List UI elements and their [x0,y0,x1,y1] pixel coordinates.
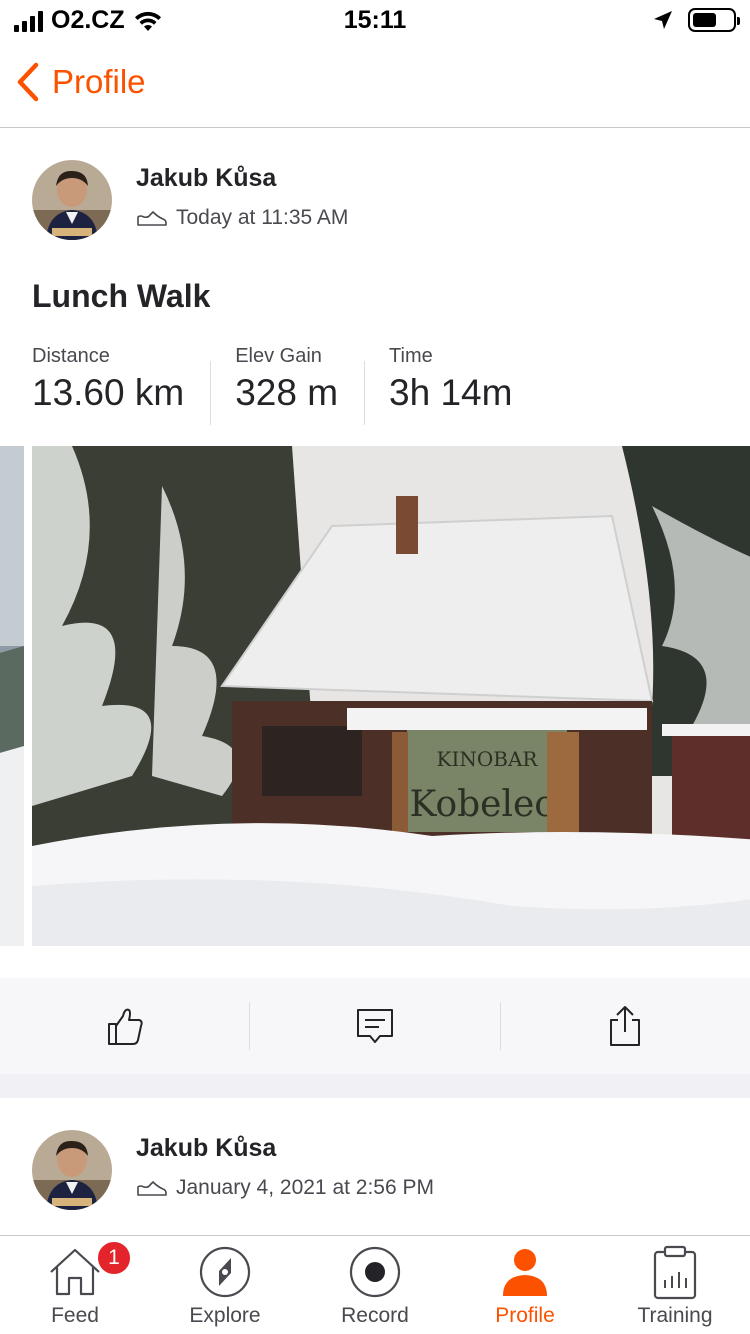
chevron-left-icon [17,62,39,102]
activity-title[interactable]: Lunch Walk [32,278,210,315]
activity-timestamp: January 4, 2021 at 2:56 PM [176,1176,434,1199]
stat-label: Time [389,345,433,367]
tab-explore[interactable]: Explore [150,1236,300,1334]
back-button[interactable]: Profile [14,62,146,102]
tab-feed[interactable]: 1 Feed [0,1236,150,1334]
avatar[interactable] [32,1130,112,1210]
athlete-name[interactable]: Jakub Kůsa [136,1134,276,1163]
battery-icon [688,8,740,32]
tab-profile[interactable]: Profile [450,1236,600,1334]
stat-value: 13.60 km [32,372,185,413]
activity-card[interactable]: Jakub Kůsa January 4, 2021 at 2:56 PM [0,1098,750,1235]
avatar[interactable] [32,160,112,240]
activity-timestamp: Today at 11:35 AM [176,206,349,229]
tab-record[interactable]: Record [300,1236,450,1334]
compass-icon [199,1246,251,1298]
previous-photo[interactable] [0,446,24,946]
person-icon [503,1249,547,1296]
tab-training[interactable]: Training [600,1236,750,1334]
nav-bar: Profile [0,40,750,128]
activity-photo[interactable]: KINOBAR Kobelec [32,446,750,946]
athlete-name[interactable]: Jakub Kůsa [136,164,276,193]
share-icon [610,1006,641,1046]
tab-label: Record [341,1304,409,1327]
activity-stats: Distance 13.60 km Elev Gain 328 m Time 3… [32,345,562,425]
notification-badge: 1 [96,1240,132,1276]
stat-label: Distance [32,345,110,367]
comment-button[interactable] [249,1002,499,1050]
shoe-icon [137,211,167,226]
activity-meta: Today at 11:35 AM [136,206,348,230]
thumbs-up-icon [107,1008,143,1045]
home-icon [50,1248,100,1296]
status-time: 15:11 [343,6,407,34]
shoe-icon [137,1181,167,1196]
status-bar: O2.CZ 15:11 [0,0,750,40]
kudos-button[interactable] [0,1002,249,1050]
stat-elev-gain: Elev Gain 328 m [235,345,366,425]
activity-photos[interactable]: KINOBAR Kobelec [0,446,750,946]
stat-time: Time 3h 14m [389,345,538,425]
location-arrow-icon [654,11,672,29]
stat-value: 328 m [235,372,339,413]
tab-label: Training [637,1304,713,1327]
feed-separator [0,1074,750,1098]
tab-label: Explore [189,1304,261,1327]
clipboard-chart-icon [653,1245,697,1300]
tab-label: Feed [51,1304,99,1327]
share-button[interactable] [499,1002,750,1050]
photo-sign-line1: KINOBAR [437,747,539,771]
stat-value: 3h 14m [389,372,513,413]
activity-meta: January 4, 2021 at 2:56 PM [136,1176,434,1200]
stat-distance: Distance 13.60 km [32,345,212,425]
tab-label: Profile [495,1304,555,1327]
tab-bar: 1 Feed Explore Record Profile Training [0,1235,750,1334]
activity-action-bar [0,978,750,1074]
stat-label: Elev Gain [235,345,322,367]
record-icon [349,1246,401,1298]
comment-icon [356,1009,393,1043]
photo-sign-line2: Kobelec [410,784,555,825]
back-label: Profile [52,63,146,100]
